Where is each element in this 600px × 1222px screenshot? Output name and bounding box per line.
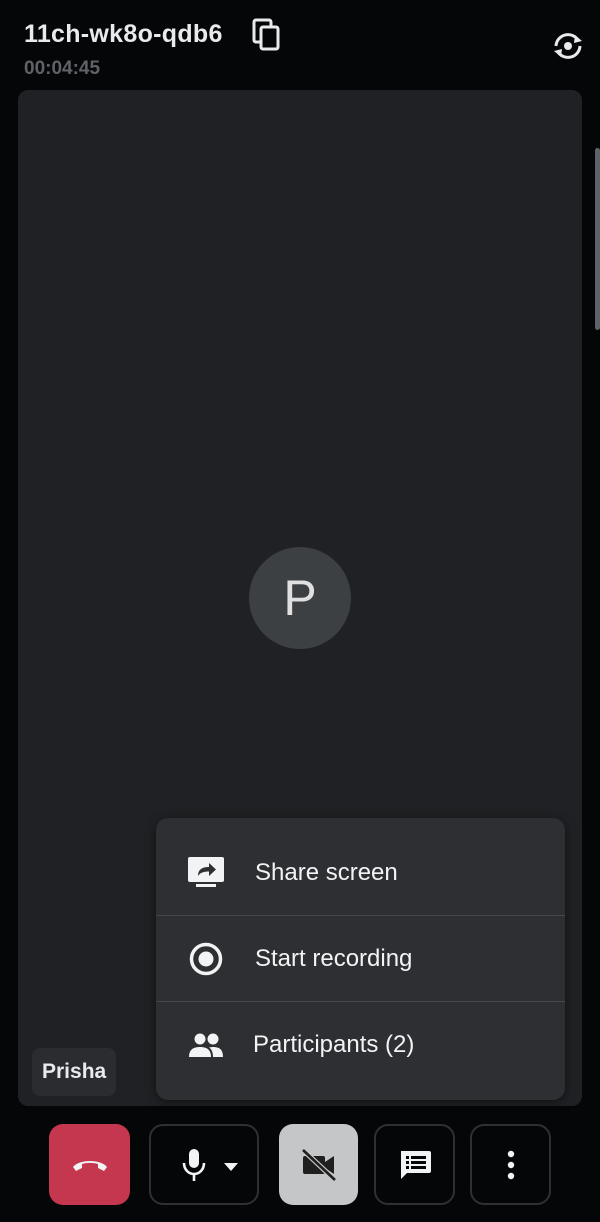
menu-item-label: Participants (2) <box>253 1031 415 1058</box>
share-screen-icon <box>184 851 228 895</box>
participant-avatar: P <box>249 547 351 649</box>
call-controls <box>0 1110 600 1222</box>
switch-camera-button[interactable] <box>548 26 588 66</box>
menu-item-label: Share screen <box>255 859 398 886</box>
more-options-menu: Share screen Start recording Participant… <box>156 818 565 1100</box>
camera-toggle-button[interactable] <box>279 1124 358 1205</box>
end-call-icon <box>72 1160 107 1171</box>
copy-meeting-code-button[interactable] <box>248 16 284 54</box>
switch-camera-icon <box>554 33 582 59</box>
more-vert-icon <box>507 1150 514 1179</box>
caret-down-icon[interactable] <box>224 1163 238 1171</box>
menu-item-label: Start recording <box>255 945 413 972</box>
mic-icon <box>182 1148 206 1181</box>
more-options-button[interactable] <box>470 1124 551 1205</box>
microphone-button[interactable] <box>149 1124 259 1205</box>
menu-item-start-recording[interactable]: Start recording <box>156 916 565 1002</box>
record-icon <box>184 937 228 981</box>
menu-item-participants[interactable]: Participants (2) <box>156 1002 565 1088</box>
chat-button[interactable] <box>374 1124 455 1205</box>
scrollbar[interactable] <box>595 148 600 330</box>
top-bar: 11ch-wk8o-qdb6 00:04:45 <box>0 0 600 88</box>
camera-off-icon <box>300 1147 337 1182</box>
end-call-button[interactable] <box>49 1124 130 1205</box>
chat-icon <box>400 1150 431 1179</box>
call-timer: 00:04:45 <box>24 58 101 79</box>
menu-item-share-screen[interactable]: Share screen <box>156 830 565 916</box>
copy-icon <box>252 18 280 51</box>
participants-icon <box>184 1023 228 1067</box>
participant-name-tag: Prisha <box>32 1048 117 1096</box>
meeting-code: 11ch-wk8o-qdb6 <box>24 20 223 48</box>
